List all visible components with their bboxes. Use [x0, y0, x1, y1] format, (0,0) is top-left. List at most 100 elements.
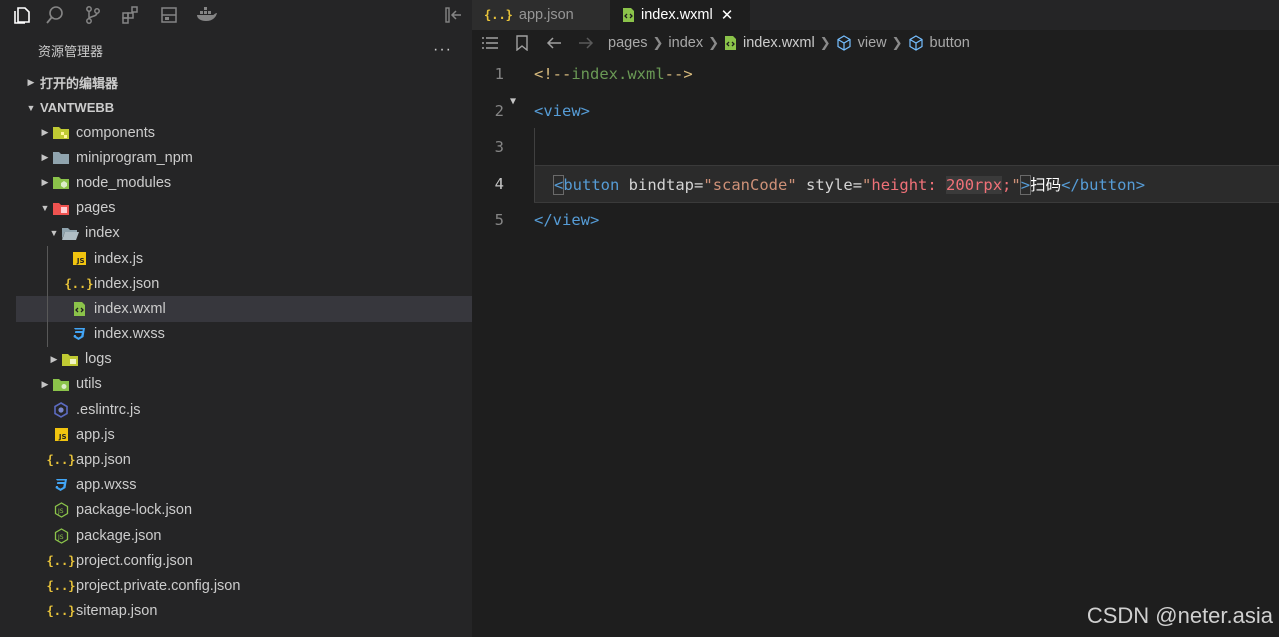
- wxml-icon: [724, 35, 737, 51]
- chevron-right-icon[interactable]: ▶: [38, 127, 52, 138]
- remote-icon[interactable]: [150, 0, 188, 30]
- tree-file-project-config-json[interactable]: {..} project.config.json: [16, 548, 472, 573]
- tree-file-package-json[interactable]: JS package.json: [16, 523, 472, 548]
- token: >: [1019, 174, 1032, 195]
- token: ": [862, 175, 872, 194]
- element-cube-icon: [836, 35, 852, 51]
- tree-item-label: pages: [76, 200, 116, 217]
- tree-item-label: index.json: [94, 275, 160, 292]
- tree-item-label: package-lock.json: [76, 502, 193, 519]
- docker-icon[interactable]: [188, 0, 226, 30]
- token: =: [852, 175, 863, 194]
- tree-item-label: sitemap.json: [76, 603, 158, 620]
- collapse-panel-icon[interactable]: [444, 6, 464, 24]
- tab-label: index.wxml: [641, 7, 713, 23]
- folder-icon: [52, 150, 70, 166]
- chevron-down-icon[interactable]: ▼: [38, 203, 52, 213]
- token: button: [563, 175, 620, 194]
- tree-file-sitemap-json[interactable]: {..} sitemap.json: [16, 599, 472, 624]
- token: <: [552, 174, 565, 195]
- tree-item-label: node_modules: [76, 174, 172, 191]
- breadcrumb-item-view[interactable]: view: [836, 35, 887, 51]
- close-icon[interactable]: ✕: [721, 6, 734, 24]
- tree-folder-index[interactable]: ▼ index: [16, 221, 472, 246]
- tree-item-label: .eslintrc.js: [76, 401, 141, 418]
- tree-folder-components[interactable]: ▶ components: [16, 120, 472, 145]
- tree-file-app-js[interactable]: JS app.js: [16, 422, 472, 447]
- list-icon[interactable]: [476, 36, 504, 50]
- wxml-icon: [622, 7, 635, 23]
- tree-file-app-json[interactable]: {..} app.json: [16, 447, 472, 472]
- breadcrumb-item-index[interactable]: index: [668, 35, 703, 51]
- chevron-right-icon: ▶: [27, 77, 35, 87]
- extensions-icon[interactable]: [112, 0, 150, 30]
- token: button: [1079, 175, 1136, 194]
- token: view: [543, 101, 581, 120]
- file-tree: ▶ components ▶ miniprogram_npm ▶ node_modules…: [16, 120, 472, 624]
- tab-label: app.json: [518, 7, 574, 23]
- tree-file-index-wxss[interactable]: index.wxss: [16, 321, 472, 347]
- tree-file-project-private-config-json[interactable]: {..} project.private.config.json: [16, 573, 472, 598]
- token: -->: [664, 65, 693, 84]
- js-icon: JS: [70, 251, 88, 267]
- tab-index-wxml[interactable]: index.wxml ✕: [610, 0, 750, 30]
- code-line: 3: [472, 129, 1279, 166]
- code-editor[interactable]: ▼ 1 <!--index.wxml--> 2 <view> 3 4 <butt…: [472, 56, 1279, 637]
- token: </: [1061, 175, 1080, 194]
- token: <!--: [534, 65, 572, 84]
- breadcrumb-item-pages[interactable]: pages: [608, 35, 648, 51]
- folder-utils-icon: [52, 376, 70, 392]
- breadcrumb-file-label: index.wxml: [743, 35, 815, 51]
- chevron-right-icon[interactable]: ▶: [38, 177, 52, 188]
- tree-folder-utils[interactable]: ▶ utils: [16, 372, 472, 397]
- sidebar-title: 资源管理器: [38, 43, 104, 59]
- tree-item-label: components: [76, 124, 155, 141]
- bookmark-icon[interactable]: [508, 35, 536, 51]
- chevron-right-icon: ❯: [652, 35, 664, 50]
- token: ": [703, 175, 713, 194]
- section-open-editors[interactable]: ▶ 打开的编辑器: [16, 70, 472, 95]
- token: scanCode: [712, 175, 788, 194]
- tree-folder-miniprogram-npm[interactable]: ▶ miniprogram_npm: [16, 145, 472, 170]
- tree-file-index-js[interactable]: JS index.js: [16, 245, 472, 272]
- chevron-right-icon[interactable]: ▶: [38, 379, 52, 390]
- line-code: </view>: [534, 211, 599, 229]
- tree-item-label: project.private.config.json: [76, 577, 241, 594]
- chevron-right-icon[interactable]: ▶: [47, 354, 61, 365]
- tree-file-index-wxml[interactable]: index.wxml: [16, 296, 472, 322]
- breadcrumb-item-button[interactable]: button: [908, 35, 970, 51]
- tree-item-label: index.wxss: [94, 326, 165, 343]
- line-number: 5: [494, 211, 504, 230]
- forward-arrow-icon[interactable]: [572, 36, 600, 50]
- tree-folder-logs[interactable]: ▶ logs: [16, 347, 472, 372]
- search-icon[interactable]: [36, 0, 74, 30]
- explorer-icon[interactable]: [10, 0, 34, 30]
- nodejs-icon: JS: [52, 527, 70, 544]
- chevron-down-icon: ▼: [26, 102, 36, 113]
- tree-folder-pages[interactable]: ▼ pages: [16, 196, 472, 221]
- tree-file-app-wxss[interactable]: app.wxss: [16, 473, 472, 498]
- chevron-right-icon[interactable]: ▶: [38, 152, 52, 163]
- tree-file-index-json[interactable]: {..} index.json: [16, 271, 472, 297]
- token: <: [534, 101, 544, 120]
- js-icon: JS: [52, 427, 70, 443]
- svg-text:JS: JS: [57, 534, 64, 541]
- line-number: 1: [494, 65, 504, 84]
- token: height:: [871, 175, 947, 194]
- source-control-icon[interactable]: [74, 0, 112, 30]
- left-strip: [0, 30, 16, 637]
- back-arrow-icon[interactable]: [540, 36, 568, 50]
- more-actions-icon[interactable]: ···: [433, 41, 452, 59]
- section-workspace[interactable]: ▼ VANTWEBB: [16, 95, 472, 120]
- folder-open-icon: [61, 225, 79, 241]
- tab-app-json[interactable]: {..} app.json: [472, 0, 610, 30]
- breadcrumb-item-file[interactable]: index.wxml: [724, 35, 815, 51]
- chevron-down-icon[interactable]: ▼: [47, 228, 61, 238]
- tree-file-eslintrc-js[interactable]: .eslintrc.js: [16, 397, 472, 422]
- editor-tabs: {..} app.json index.wxml ✕: [472, 0, 1279, 30]
- json-icon: {..}: [484, 8, 513, 22]
- token: bindtap: [619, 175, 694, 194]
- code-line-current: 4 <button bindtap="scanCode" style="heig…: [472, 166, 1279, 203]
- tree-file-package-lock-json[interactable]: JS package-lock.json: [16, 498, 472, 523]
- tree-folder-node-modules[interactable]: ▶ node_modules: [16, 170, 472, 195]
